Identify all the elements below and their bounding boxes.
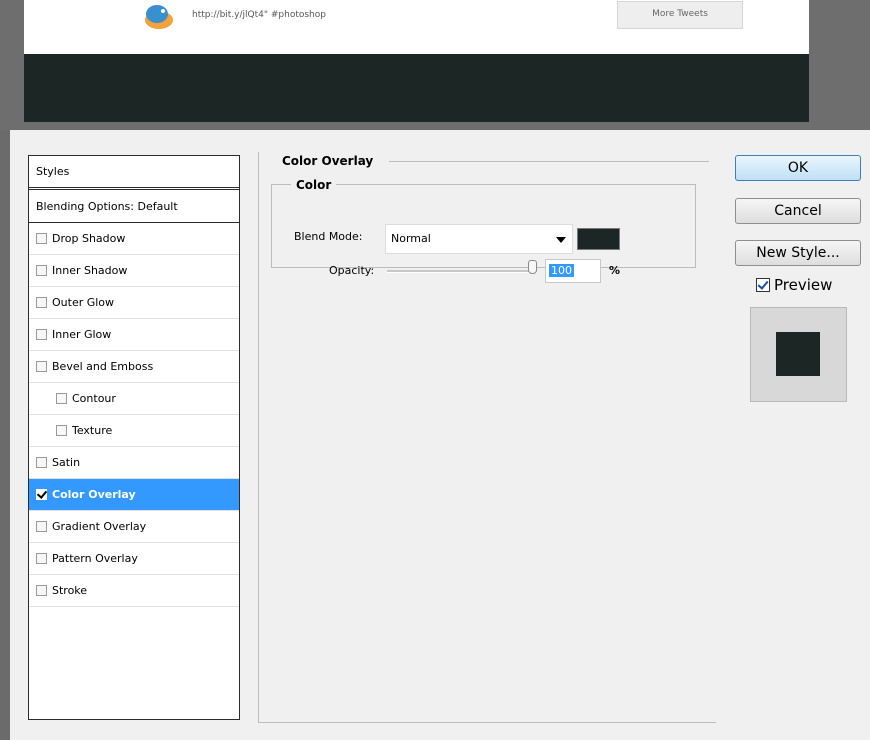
- style-checkbox[interactable]: [36, 457, 47, 468]
- style-checkbox[interactable]: [36, 521, 47, 532]
- style-checkbox[interactable]: [36, 329, 47, 340]
- tweet-text: http://bit.y/jlQt4" #photoshop: [192, 10, 326, 20]
- opacity-label: Opacity:: [329, 264, 375, 277]
- cancel-button[interactable]: Cancel: [735, 198, 861, 224]
- style-item-label: Gradient Overlay: [52, 520, 147, 533]
- preview-thumbnail: [750, 307, 847, 402]
- blending-options-label: Blending Options: Default: [36, 199, 178, 213]
- chevron-down-icon: [556, 237, 566, 243]
- style-item-bevel-and-emboss[interactable]: Bevel and Emboss: [29, 351, 239, 383]
- blend-mode-label: Blend Mode:: [294, 230, 363, 243]
- style-item-outer-glow[interactable]: Outer Glow: [29, 287, 239, 319]
- blending-options-item[interactable]: Blending Options: Default: [29, 190, 239, 223]
- style-item-label: Pattern Overlay: [52, 552, 138, 565]
- blend-mode-value: Normal: [391, 232, 431, 245]
- style-item-drop-shadow[interactable]: Drop Shadow: [29, 223, 239, 255]
- style-checkbox[interactable]: [36, 553, 47, 564]
- styles-header[interactable]: Styles: [29, 156, 239, 190]
- style-checkbox[interactable]: [36, 489, 47, 500]
- layer-style-dialog: Styles Blending Options: Default Drop Sh…: [10, 130, 870, 740]
- overlay-color-swatch[interactable]: [577, 228, 620, 250]
- style-item-gradient-overlay[interactable]: Gradient Overlay: [29, 511, 239, 543]
- twitter-bird-icon: [145, 5, 173, 29]
- new-style-button[interactable]: New Style...: [735, 240, 861, 266]
- color-overlay-title: Color Overlay: [277, 154, 379, 168]
- preview-swatch: [776, 332, 820, 376]
- opacity-slider-thumb[interactable]: [528, 260, 537, 274]
- style-item-label: Inner Glow: [52, 328, 112, 341]
- style-item-label: Texture: [72, 424, 113, 437]
- style-checkbox[interactable]: [56, 425, 67, 436]
- color-overlay-panel: Color Overlay Color Blend Mode: Normal O…: [258, 152, 716, 723]
- group-rule: [389, 161, 709, 162]
- style-item-label: Color Overlay: [52, 488, 136, 501]
- ok-button[interactable]: OK: [735, 155, 861, 181]
- opacity-input[interactable]: 100: [545, 259, 601, 283]
- style-checkbox[interactable]: [56, 393, 67, 404]
- style-item-pattern-overlay[interactable]: Pattern Overlay: [29, 543, 239, 575]
- style-item-inner-glow[interactable]: Inner Glow: [29, 319, 239, 351]
- style-checkbox[interactable]: [36, 585, 47, 596]
- style-item-satin[interactable]: Satin: [29, 447, 239, 479]
- preview-toggle[interactable]: Preview: [756, 276, 832, 294]
- style-checkbox[interactable]: [36, 233, 47, 244]
- style-item-label: Bevel and Emboss: [52, 360, 154, 373]
- preview-label: Preview: [774, 276, 833, 294]
- preview-checkbox[interactable]: [756, 278, 770, 292]
- blend-mode-select[interactable]: Normal: [385, 224, 573, 254]
- style-item-texture[interactable]: Texture: [29, 415, 239, 447]
- style-item-label: Stroke: [52, 584, 88, 597]
- more-tweets-button: More Tweets: [617, 1, 743, 29]
- style-item-inner-shadow[interactable]: Inner Shadow: [29, 255, 239, 287]
- style-checkbox[interactable]: [36, 361, 47, 372]
- style-item-label: Inner Shadow: [52, 264, 128, 277]
- style-item-contour[interactable]: Contour: [29, 383, 239, 415]
- style-item-stroke[interactable]: Stroke: [29, 575, 239, 607]
- style-item-color-overlay[interactable]: Color Overlay: [29, 479, 239, 511]
- style-item-label: Contour: [72, 392, 116, 405]
- style-item-label: Satin: [52, 456, 81, 469]
- style-checkbox[interactable]: [36, 297, 47, 308]
- opacity-unit: %: [609, 264, 621, 277]
- style-item-label: Outer Glow: [52, 296, 115, 309]
- opacity-value: 100: [549, 264, 574, 277]
- canvas-web-page: http://bit.y/jlQt4" #photoshop More Twee…: [24, 0, 809, 54]
- styles-list: Styles Blending Options: Default Drop Sh…: [28, 155, 240, 720]
- canvas-dark-band: [24, 54, 809, 122]
- style-checkbox[interactable]: [36, 265, 47, 276]
- style-item-label: Drop Shadow: [52, 232, 126, 245]
- color-group-title: Color: [291, 178, 337, 192]
- opacity-slider-track[interactable]: [387, 270, 537, 273]
